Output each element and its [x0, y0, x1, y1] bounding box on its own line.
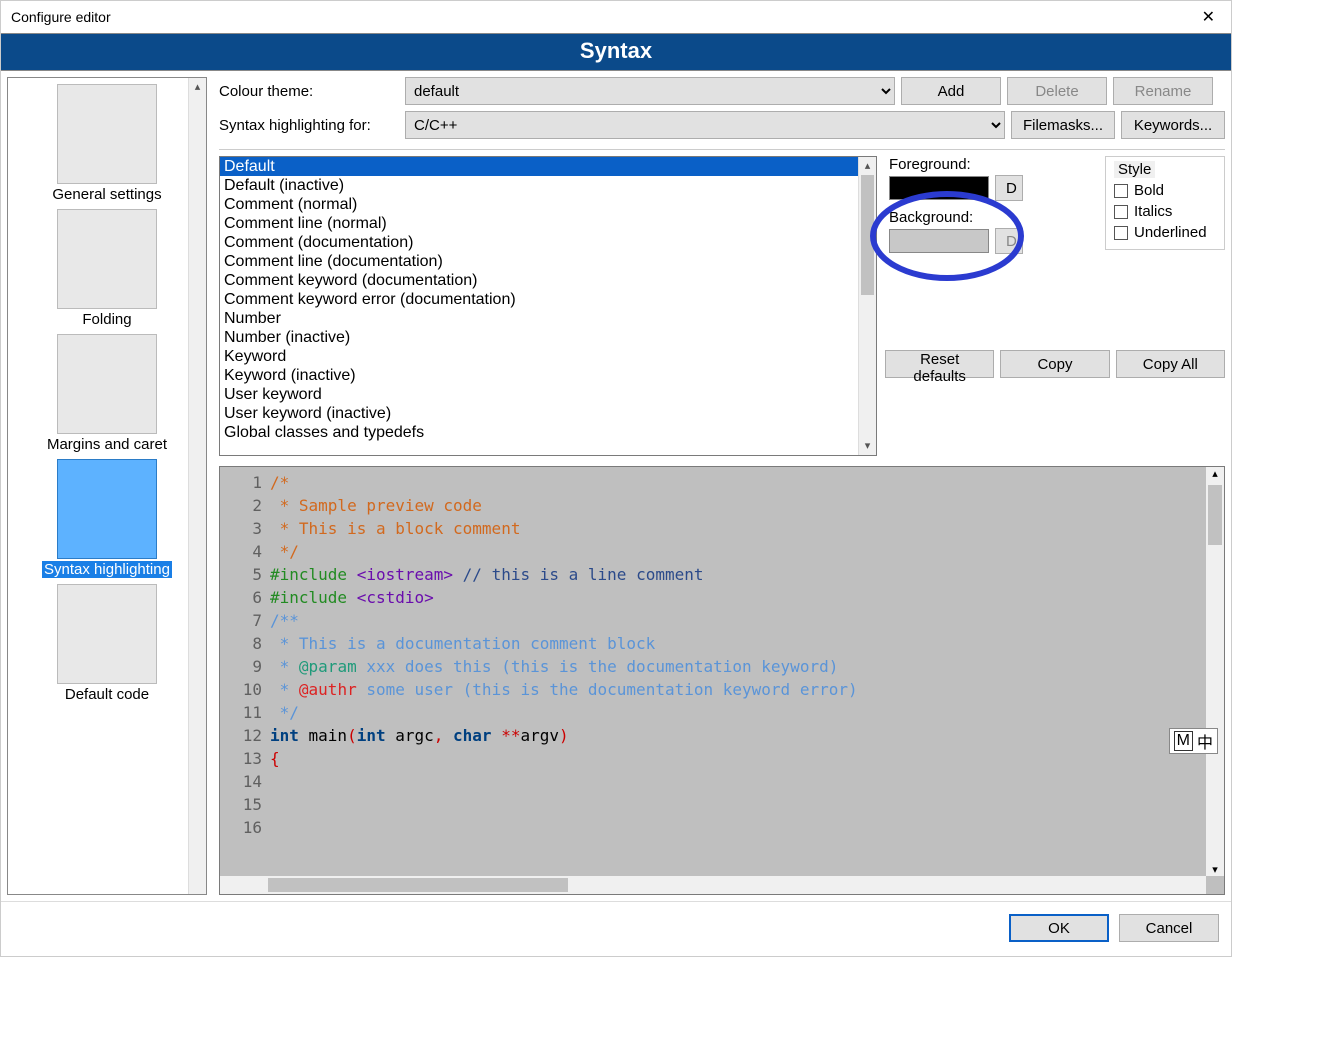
- cancel-button[interactable]: Cancel: [1119, 914, 1219, 942]
- element-list-item[interactable]: Comment keyword error (documentation): [220, 290, 858, 309]
- reset-defaults-button[interactable]: Reset defaults: [885, 350, 994, 378]
- dialog-body: ▴ General settings Folding Margins and car…: [1, 71, 1231, 901]
- style-group: Style Bold Italics Underlined: [1105, 156, 1225, 250]
- element-list-item[interactable]: Keyword: [220, 347, 858, 366]
- chevron-down-icon[interactable]: ▾: [1206, 863, 1224, 876]
- nav-thumb-icon: [57, 334, 157, 434]
- sidebar-item-label: General settings: [12, 186, 202, 203]
- copy-all-button[interactable]: Copy All: [1116, 350, 1225, 378]
- chevron-up-icon[interactable]: ▴: [1206, 467, 1224, 480]
- sidebar-item-label: Margins and caret: [12, 436, 202, 453]
- element-list[interactable]: DefaultDefault (inactive)Comment (normal…: [219, 156, 877, 456]
- element-list-item[interactable]: Comment line (normal): [220, 214, 858, 233]
- scrollbar-thumb[interactable]: [1208, 485, 1222, 545]
- preview-code: /* * Sample preview code * This is a blo…: [268, 467, 1224, 894]
- nav-thumb-icon: [57, 209, 157, 309]
- nav-thumb-icon: [57, 459, 157, 559]
- background-default-button[interactable]: D: [995, 228, 1023, 254]
- sidebar-item-general-settings[interactable]: General settings: [8, 80, 206, 205]
- filemasks-button[interactable]: Filemasks...: [1011, 111, 1115, 139]
- ime-indicator[interactable]: M 中: [1169, 728, 1218, 754]
- scrollbar-thumb[interactable]: [268, 878, 568, 892]
- element-list-item[interactable]: Comment keyword (documentation): [220, 271, 858, 290]
- window-title: Configure editor: [11, 9, 111, 25]
- chevron-up-icon[interactable]: ▴: [189, 78, 206, 96]
- colour-theme-label: Colour theme:: [219, 83, 399, 100]
- preview-v-scrollbar[interactable]: ▴ ▾: [1206, 467, 1224, 876]
- element-list-scrollbar[interactable]: ▴ ▾: [858, 157, 876, 455]
- sidebar-item-folding[interactable]: Folding: [8, 205, 206, 330]
- chevron-up-icon[interactable]: ▴: [859, 157, 876, 175]
- element-list-item[interactable]: Default: [220, 157, 858, 176]
- style-properties: Foreground: D Background: D Style Bold I…: [885, 156, 1225, 456]
- configure-editor-window: Configure editor ✕ Syntax ▴ General sett…: [0, 0, 1232, 957]
- code-preview: 12345678910111213141516 /* * Sample prev…: [219, 466, 1225, 895]
- bold-checkbox[interactable]: Bold: [1114, 182, 1216, 199]
- sidebar-item-label: Syntax highlighting: [42, 561, 172, 578]
- ok-button[interactable]: OK: [1009, 914, 1109, 942]
- element-list-item[interactable]: Number (inactive): [220, 328, 858, 347]
- titlebar: Configure editor ✕: [1, 1, 1231, 33]
- keywords-button[interactable]: Keywords...: [1121, 111, 1225, 139]
- rename-button[interactable]: Rename: [1113, 77, 1213, 105]
- sidebar-item-syntax-highlighting[interactable]: Syntax highlighting: [8, 455, 206, 580]
- element-list-item[interactable]: Global classes and typedefs: [220, 423, 858, 442]
- page-title: Syntax: [1, 33, 1231, 71]
- element-list-item[interactable]: Comment line (documentation): [220, 252, 858, 271]
- underlined-checkbox[interactable]: Underlined: [1114, 224, 1216, 241]
- element-list-item[interactable]: User keyword: [220, 385, 858, 404]
- element-list-item[interactable]: Number: [220, 309, 858, 328]
- copy-button[interactable]: Copy: [1000, 350, 1109, 378]
- settings-panel: Colour theme: default Add Delete Rename …: [207, 77, 1225, 895]
- colour-theme-select[interactable]: default: [405, 77, 895, 105]
- sidebar-item-label: Default code: [12, 686, 202, 703]
- line-number-gutter: 12345678910111213141516: [220, 467, 268, 894]
- chevron-down-icon[interactable]: ▾: [859, 437, 876, 455]
- syntax-for-label: Syntax highlighting for:: [219, 117, 399, 134]
- category-scrollbar[interactable]: ▴: [188, 78, 206, 894]
- syntax-for-select[interactable]: C/C++: [405, 111, 1005, 139]
- foreground-swatch[interactable]: [889, 176, 989, 200]
- close-icon[interactable]: ✕: [1196, 7, 1221, 27]
- foreground-default-button[interactable]: D: [995, 175, 1023, 201]
- style-section: DefaultDefault (inactive)Comment (normal…: [219, 156, 1225, 456]
- element-list-item[interactable]: Keyword (inactive): [220, 366, 858, 385]
- italics-checkbox[interactable]: Italics: [1114, 203, 1216, 220]
- preview-h-scrollbar[interactable]: [220, 876, 1206, 894]
- element-list-item[interactable]: Comment (documentation): [220, 233, 858, 252]
- sidebar-item-default-code[interactable]: Default code: [8, 580, 206, 705]
- element-list-item[interactable]: Comment (normal): [220, 195, 858, 214]
- style-legend: Style: [1114, 161, 1155, 178]
- delete-button[interactable]: Delete: [1007, 77, 1107, 105]
- nav-thumb-icon: [57, 584, 157, 684]
- dialog-footer: OK Cancel: [1, 901, 1231, 956]
- separator: [219, 149, 1225, 150]
- sidebar-item-label: Folding: [12, 311, 202, 328]
- element-list-item[interactable]: User keyword (inactive): [220, 404, 858, 423]
- scrollbar-thumb[interactable]: [861, 175, 874, 295]
- element-list-item[interactable]: Default (inactive): [220, 176, 858, 195]
- add-button[interactable]: Add: [901, 77, 1001, 105]
- sidebar-item-margins-and-caret[interactable]: Margins and caret: [8, 330, 206, 455]
- category-list: ▴ General settings Folding Margins and car…: [7, 77, 207, 895]
- background-swatch[interactable]: [889, 229, 989, 253]
- nav-thumb-icon: [57, 84, 157, 184]
